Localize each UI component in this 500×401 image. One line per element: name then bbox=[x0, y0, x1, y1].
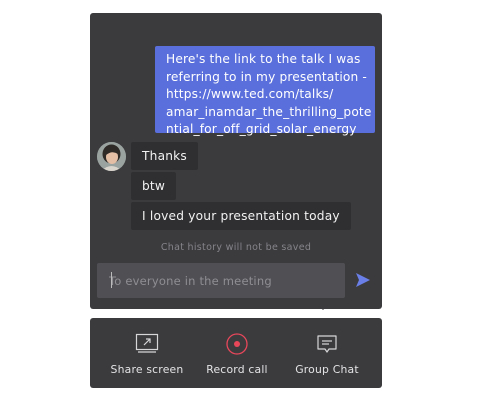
share-screen-label: Share screen bbox=[110, 363, 184, 376]
outgoing-message-link[interactable]: ntial_for_off_grid_solar_energy bbox=[166, 121, 375, 139]
avatar-image bbox=[97, 142, 126, 171]
chat-icon-wrap bbox=[284, 332, 370, 356]
chat-history-notice: Chat history will not be saved bbox=[160, 242, 312, 253]
text-cursor bbox=[111, 272, 112, 288]
outgoing-message-line: referring to in my presentation - bbox=[166, 69, 367, 84]
incoming-message: Thanks bbox=[131, 142, 198, 170]
avatar bbox=[97, 142, 126, 171]
group-chat-button[interactable]: Group Chat bbox=[284, 318, 370, 388]
send-icon bbox=[356, 273, 370, 287]
incoming-message: btw bbox=[131, 172, 177, 200]
share-screen-icon bbox=[135, 333, 159, 353]
record-icon-wrap bbox=[194, 332, 280, 356]
group-chat-label: Group Chat bbox=[295, 363, 359, 376]
outgoing-message-line: Here's the link to the talk I was bbox=[166, 52, 361, 66]
record-call-button[interactable]: Record call bbox=[194, 318, 280, 388]
share-screen-icon-wrap bbox=[104, 332, 190, 356]
incoming-message: I loved your presentation today bbox=[131, 202, 351, 230]
chat-bubble-icon bbox=[317, 335, 337, 353]
meeting-chat-ui: Here's the link to the talk I was referr… bbox=[0, 0, 500, 401]
outgoing-message-link[interactable]: amar_inamdar_the_thrilling_pote bbox=[166, 104, 375, 122]
chat-input-box[interactable] bbox=[97, 263, 345, 298]
chat-panel-pointer bbox=[315, 302, 331, 310]
share-screen-button[interactable]: Share screen bbox=[104, 318, 190, 388]
outgoing-message: Here's the link to the talk I was referr… bbox=[155, 46, 375, 136]
record-icon bbox=[226, 333, 248, 355]
chat-input[interactable] bbox=[109, 263, 345, 298]
record-call-label: Record call bbox=[206, 363, 268, 376]
outgoing-message-link[interactable]: https://www.ted.com/talks/ bbox=[166, 86, 375, 104]
send-button[interactable] bbox=[353, 271, 373, 289]
